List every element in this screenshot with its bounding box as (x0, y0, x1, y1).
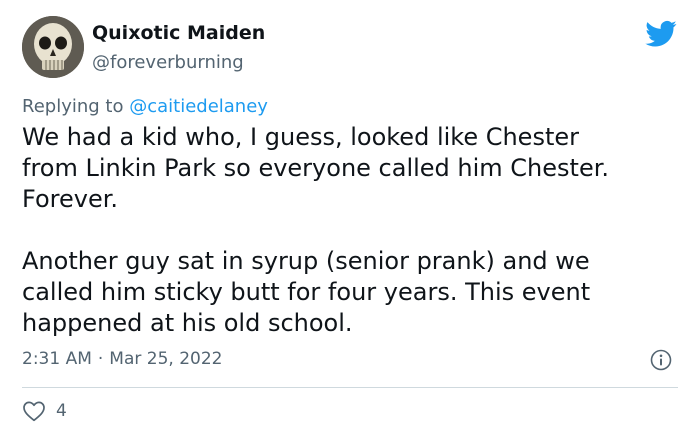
tweet-card: Quixotic Maiden @foreverburning Replying… (0, 0, 700, 441)
like-button[interactable]: 4 (22, 400, 67, 422)
heart-icon (23, 401, 45, 422)
info-icon[interactable] (650, 349, 672, 371)
replying-to-line: Replying to @caitiedelaney (22, 96, 268, 117)
tweet-timestamp[interactable]: 2:31 AM · Mar 25, 2022 (22, 349, 222, 369)
tweet-line: Forever. (22, 185, 118, 213)
reply-mention-link[interactable]: @caitiedelaney (129, 96, 268, 117)
tweet-line: Another guy sat in syrup (senior prank) … (22, 247, 590, 275)
tweet-text: We had a kid who, I guess, looked like C… (22, 122, 682, 339)
tweet-line: called him sticky butt for four years. T… (22, 278, 591, 306)
tweet-time: 2:31 AM (22, 349, 92, 369)
meta-separator: · (97, 349, 104, 369)
author-handle[interactable]: @foreverburning (92, 52, 244, 73)
like-count: 4 (56, 401, 67, 421)
tweet-line: We had a kid who, I guess, looked like C… (22, 123, 579, 151)
tweet-line: from Linkin Park so everyone called him … (22, 154, 610, 182)
skull-avatar-image (22, 16, 84, 78)
replying-to-label: Replying to (22, 96, 130, 117)
author-display-name[interactable]: Quixotic Maiden (92, 22, 265, 44)
tweet-date: Mar 25, 2022 (109, 349, 223, 369)
tweet-line: happened at his old school. (22, 309, 353, 337)
avatar[interactable] (22, 16, 84, 78)
twitter-bird-icon[interactable] (645, 20, 677, 48)
divider (22, 387, 678, 388)
